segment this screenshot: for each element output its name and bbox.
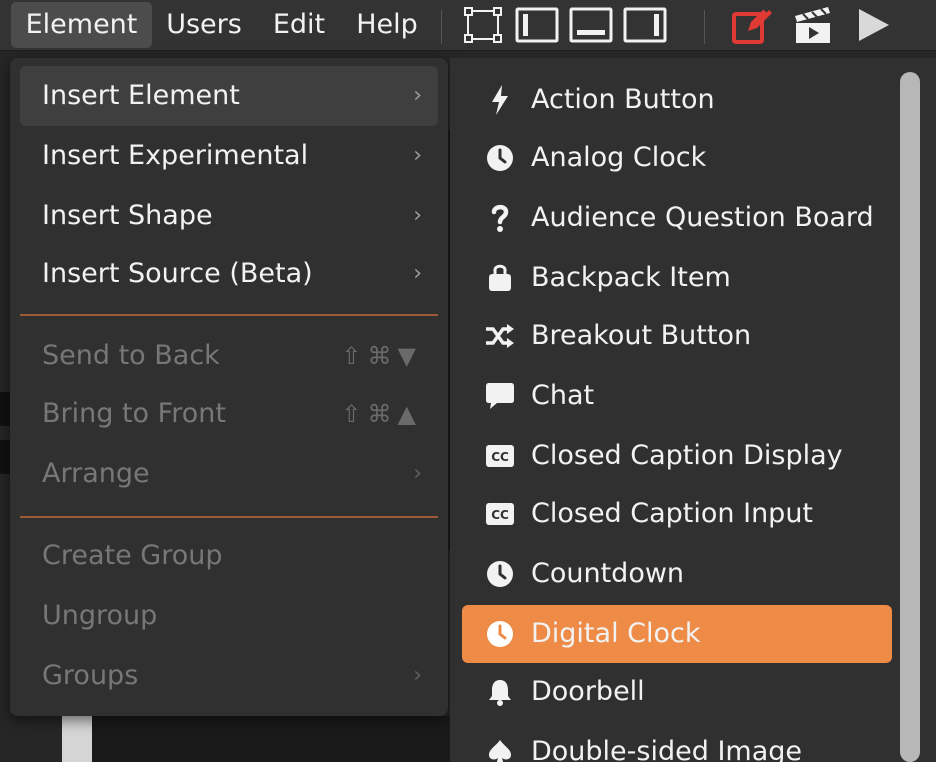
- menu-item-insert-element[interactable]: Insert Element ›: [20, 66, 438, 126]
- submenu-item-label: Audience Question Board: [531, 202, 874, 233]
- submenu-item-label: Doorbell: [531, 676, 645, 707]
- submenu-item-label: Digital Clock: [531, 618, 701, 649]
- chevron-right-icon: ›: [413, 663, 422, 688]
- menu-item-send-to-back: Send to Back ⇧⌘▼: [20, 326, 438, 386]
- bag-icon: [484, 263, 516, 293]
- dock-left-icon[interactable]: [515, 5, 559, 45]
- menu-item-label: Insert Element: [42, 80, 240, 111]
- submenu-item-backpack-item[interactable]: Backpack Item: [462, 249, 892, 307]
- menu-edit[interactable]: Edit: [264, 2, 334, 48]
- submenu-item-label: Chat: [531, 380, 595, 411]
- question-icon: [484, 203, 516, 233]
- submenu-item-chat[interactable]: Chat: [462, 367, 892, 425]
- menu-separator: [20, 314, 438, 316]
- select-frame-icon[interactable]: [461, 5, 505, 45]
- submenu-item-label: Action Button: [531, 84, 715, 115]
- shortcut-bring-to-front: ⇧⌘▲: [341, 400, 422, 428]
- submenu-item-audience-question-board[interactable]: Audience Question Board: [462, 189, 892, 247]
- menu-item-label: Arrange: [42, 458, 150, 489]
- menu-item-label: Ungroup: [42, 600, 158, 631]
- submenu-item-digital-clock[interactable]: Digital Clock: [462, 605, 892, 663]
- menubar: Element Users Edit Help: [0, 0, 936, 51]
- submenu-item-breakout-button[interactable]: Breakout Button: [462, 307, 892, 365]
- submenu-item-doorbell[interactable]: Doorbell: [462, 663, 892, 721]
- spade-icon: [484, 737, 516, 762]
- shuffle-icon: [484, 321, 516, 351]
- menu-item-create-group: Create Group: [20, 526, 438, 586]
- clock-icon: [484, 559, 516, 589]
- toolbar-divider: [704, 10, 705, 44]
- menu-item-arrange: Arrange ›: [20, 444, 438, 504]
- chevron-right-icon: ›: [413, 143, 422, 168]
- menu-item-label: Bring to Front: [42, 398, 226, 429]
- submenu-item-action-button[interactable]: Action Button: [462, 71, 892, 129]
- insert-element-submenu: Action Button Analog Clock Audience Ques…: [450, 58, 936, 762]
- menu-item-label: Insert Source (Beta): [42, 258, 313, 289]
- submenu-item-closed-caption-display[interactable]: CC Closed Caption Display: [462, 427, 892, 485]
- submenu-item-label: Closed Caption Input: [531, 498, 814, 529]
- menu-item-insert-source[interactable]: Insert Source (Beta) ›: [20, 244, 438, 304]
- bolt-icon: [484, 85, 516, 115]
- shortcut-send-to-back: ⇧⌘▼: [341, 342, 422, 370]
- toolbar-divider: [441, 10, 442, 44]
- play-icon[interactable]: [852, 5, 896, 45]
- clock-icon: [484, 619, 516, 649]
- submenu-item-analog-clock[interactable]: Analog Clock: [462, 129, 892, 187]
- menu-help[interactable]: Help: [349, 2, 425, 48]
- dock-right-icon[interactable]: [623, 5, 667, 45]
- menu-element[interactable]: Element: [11, 2, 152, 48]
- menu-item-ungroup: Ungroup: [20, 586, 438, 646]
- canvas-fragment: [0, 392, 10, 426]
- submenu-item-closed-caption-input[interactable]: CC Closed Caption Input: [462, 485, 892, 543]
- submenu-scrollbar[interactable]: [900, 72, 920, 762]
- menu-item-insert-shape[interactable]: Insert Shape ›: [20, 186, 438, 246]
- chevron-right-icon: ›: [413, 83, 422, 108]
- edit-icon[interactable]: [730, 5, 774, 45]
- menu-item-label: Groups: [42, 660, 139, 691]
- menu-item-bring-to-front: Bring to Front ⇧⌘▲: [20, 384, 438, 444]
- chevron-right-icon: ›: [413, 261, 422, 286]
- submenu-item-label: Closed Caption Display: [531, 440, 843, 471]
- canvas-strip: [92, 716, 450, 762]
- element-menu: Insert Element › Insert Experimental › I…: [10, 58, 448, 716]
- canvas-strip: [62, 716, 92, 762]
- menu-item-label: Insert Shape: [42, 200, 213, 231]
- submenu-item-label: Breakout Button: [531, 320, 752, 351]
- submenu-item-label: Backpack Item: [531, 262, 731, 293]
- menu-item-groups: Groups ›: [20, 646, 438, 706]
- menu-item-insert-experimental[interactable]: Insert Experimental ›: [20, 126, 438, 186]
- submenu-item-label: Analog Clock: [531, 142, 707, 173]
- cc-icon: CC: [484, 441, 516, 471]
- submenu-item-label: Double-sided Image: [531, 736, 803, 762]
- svg-text:CC: CC: [491, 508, 509, 522]
- menu-item-label: Create Group: [42, 540, 223, 571]
- svg-text:CC: CC: [491, 450, 509, 464]
- chevron-right-icon: ›: [413, 203, 422, 228]
- menu-separator: [20, 516, 438, 518]
- submenu-item-double-sided-image[interactable]: Double-sided Image: [462, 723, 892, 762]
- submenu-item-countdown[interactable]: Countdown: [462, 545, 892, 603]
- dock-bottom-icon[interactable]: [569, 5, 613, 45]
- chevron-right-icon: ›: [413, 461, 422, 486]
- menu-item-label: Send to Back: [42, 340, 220, 371]
- cc-icon: CC: [484, 499, 516, 529]
- bell-icon: [484, 677, 516, 707]
- clapperboard-icon[interactable]: [791, 5, 835, 45]
- clock-icon: [484, 143, 516, 173]
- menu-users[interactable]: Users: [160, 2, 248, 48]
- submenu-item-label: Countdown: [531, 558, 685, 589]
- menu-item-label: Insert Experimental: [42, 140, 309, 171]
- chat-icon: [484, 381, 516, 411]
- canvas-fragment: [0, 440, 10, 474]
